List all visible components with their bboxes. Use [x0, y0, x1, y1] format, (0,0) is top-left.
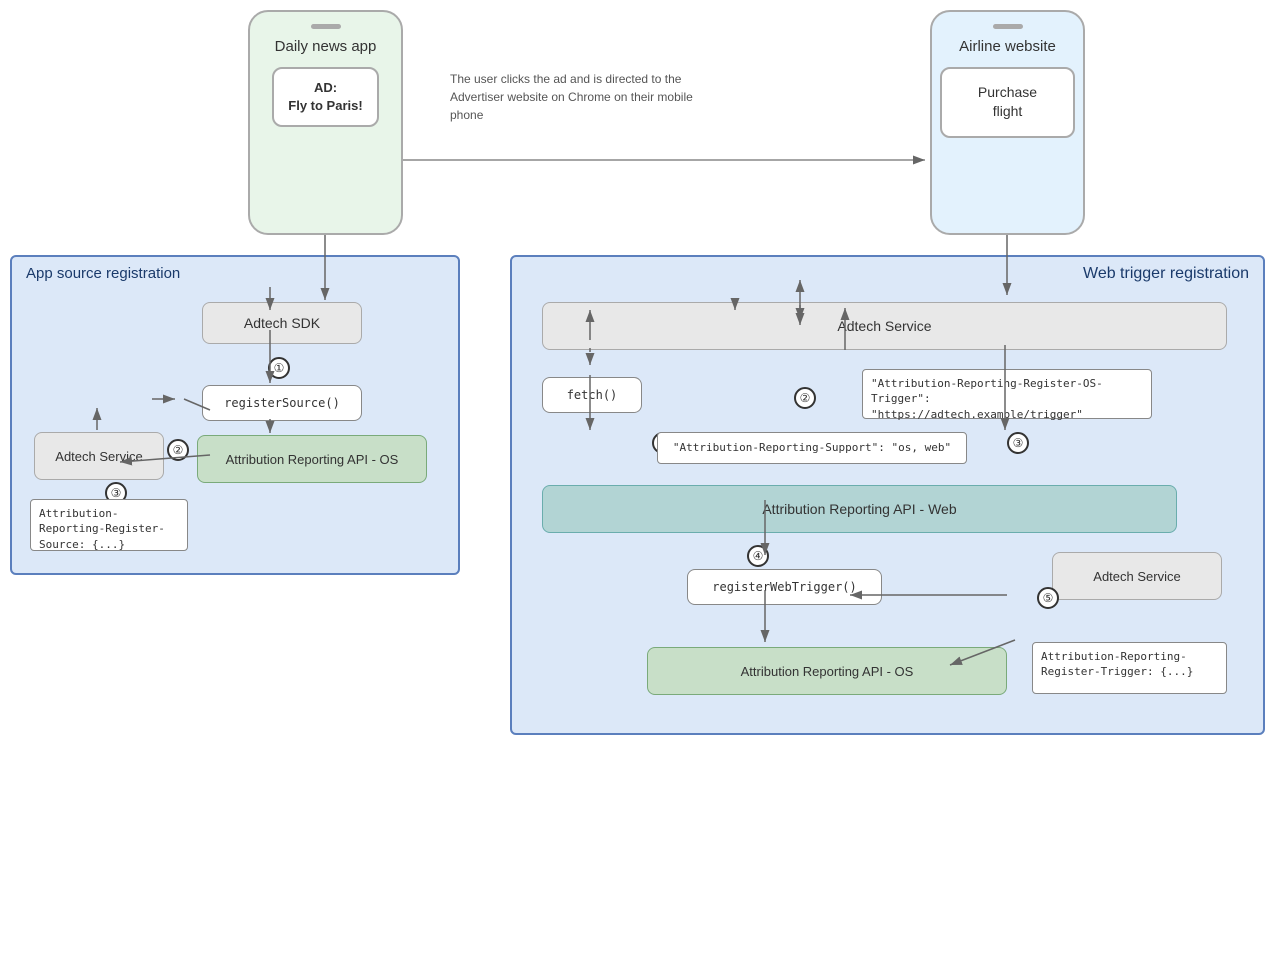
step5-web-circle: ⑤	[1037, 587, 1059, 609]
web-trigger-title: Web trigger registration	[1083, 265, 1249, 283]
ad-box: AD: Fly to Paris!	[272, 67, 378, 127]
app-source-title: App source registration	[26, 265, 180, 282]
step3-web-circle: ③	[1007, 432, 1029, 454]
purchase-text: Purchase flight	[978, 84, 1037, 120]
adtech-sdk-box: Adtech SDK	[202, 302, 362, 344]
register-web-trigger-box: registerWebTrigger()	[687, 569, 882, 605]
os-trigger-box: "Attribution-Reporting-Register-OS-Trigg…	[862, 369, 1152, 419]
phone-speaker	[311, 24, 341, 29]
ad-text: Fly to Paris!	[288, 98, 362, 113]
attribution-api-web-box: Attribution Reporting API - Web	[542, 485, 1177, 533]
attribution-api-os-app-box: Attribution Reporting API - OS	[197, 435, 427, 483]
adtech-service-app-box: Adtech Service	[34, 432, 164, 480]
fetch-box: fetch()	[542, 377, 642, 413]
step4-web-circle: ④	[747, 545, 769, 567]
attribution-api-os-web-box: Attribution Reporting API - OS	[647, 647, 1007, 695]
attribution-support-box: "Attribution-Reporting-Support": "os, we…	[657, 432, 967, 464]
step2-circle: ②	[167, 439, 189, 461]
app-source-box: App source registration Adtech SDK ① reg…	[10, 255, 460, 575]
daily-news-title: Daily news app	[275, 37, 377, 57]
step2-web-circle: ②	[794, 387, 816, 409]
daily-news-phone: Daily news app AD: Fly to Paris!	[248, 10, 403, 235]
adtech-service-web-top: Adtech Service	[542, 302, 1227, 350]
web-trigger-box: Web trigger registration Adtech Service …	[510, 255, 1265, 735]
annotation-text: The user clicks the ad and is directed t…	[450, 70, 720, 124]
register-trigger-code-box: Attribution-Reporting- Register-Trigger:…	[1032, 642, 1227, 694]
attribution-code-app-box: Attribution-Reporting-Register- Source: …	[30, 499, 188, 551]
step1-circle: ①	[268, 357, 290, 379]
purchase-box: Purchase flight	[940, 67, 1075, 138]
adtech-service-web-right: Adtech Service	[1052, 552, 1222, 600]
register-source-box: registerSource()	[202, 385, 362, 421]
diagram: Daily news app AD: Fly to Paris! Airline…	[0, 0, 1280, 960]
ad-label: AD:	[314, 80, 337, 95]
airline-title: Airline website	[959, 37, 1056, 57]
airline-phone: Airline website Purchase flight	[930, 10, 1085, 235]
airline-phone-speaker	[993, 24, 1023, 29]
